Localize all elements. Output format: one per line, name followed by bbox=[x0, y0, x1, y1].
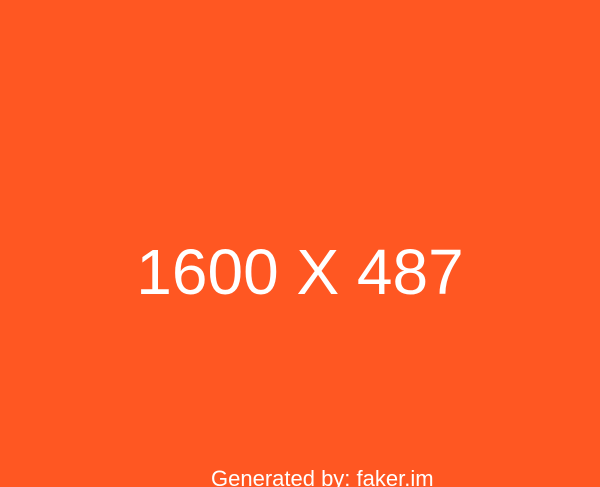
credit-label: Generated by: faker.im bbox=[211, 466, 434, 487]
placeholder-image: 1600 X 487 Generated by: faker.im bbox=[0, 0, 600, 487]
dimensions-label: 1600 X 487 bbox=[136, 236, 464, 308]
